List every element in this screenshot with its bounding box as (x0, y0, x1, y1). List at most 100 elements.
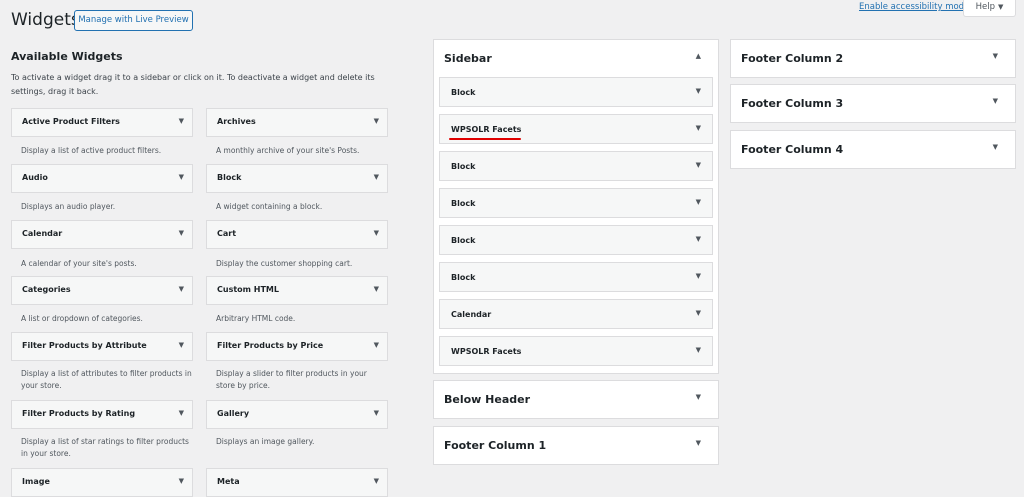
widget-area-footer-column-3[interactable]: Footer Column 3 ▼ (730, 84, 1016, 123)
expand-arrow-icon[interactable]: ▼ (993, 143, 998, 151)
sidebar-widget-block[interactable]: Block ▼ (439, 77, 713, 107)
widget-description: Arbitrary HTML code. (216, 314, 296, 323)
toggle-arrow-icon[interactable]: ▼ (374, 341, 379, 349)
toggle-arrow-icon[interactable]: ▼ (374, 477, 379, 485)
widget-title: Cart (217, 229, 237, 238)
sidebar-widget-block[interactable]: Block ▼ (439, 262, 713, 292)
widget-description: A widget containing a block. (216, 202, 323, 211)
widget-cart[interactable]: Cart ▼ (206, 220, 388, 249)
widget-description: Display a list of active product filters… (21, 146, 162, 155)
sidebar-widget-block[interactable]: Block ▼ (439, 151, 713, 181)
expand-arrow-icon[interactable]: ▼ (993, 97, 998, 105)
toggle-arrow-icon[interactable]: ▼ (696, 87, 701, 95)
widget-title: Block (451, 273, 476, 282)
toggle-arrow-icon[interactable]: ▼ (179, 285, 184, 293)
widget-categories[interactable]: Categories ▼ (11, 276, 193, 305)
widget-filter-by-attribute[interactable]: Filter Products by Attribute ▼ (11, 332, 193, 361)
area-title: Footer Column 4 (741, 143, 844, 156)
area-title: Sidebar (444, 52, 492, 65)
widget-title: WPSOLR Facets (451, 125, 522, 134)
sidebar-widget-block[interactable]: Block ▼ (439, 225, 713, 255)
toggle-arrow-icon[interactable]: ▼ (374, 173, 379, 181)
toggle-arrow-icon[interactable]: ▼ (179, 341, 184, 349)
toggle-arrow-icon[interactable]: ▼ (374, 409, 379, 417)
widget-description: Display a slider to filter products in y… (216, 369, 367, 390)
widget-description: A calendar of your site's posts. (21, 259, 137, 268)
toggle-arrow-icon[interactable]: ▼ (374, 285, 379, 293)
toggle-arrow-icon[interactable]: ▼ (374, 117, 379, 125)
sidebar-widget-block[interactable]: Block ▼ (439, 188, 713, 218)
available-widgets-description: To activate a widget drag it to a sideba… (11, 73, 375, 96)
widget-title: Block (451, 88, 476, 97)
sidebar-widget-wpsolr-facets[interactable]: WPSOLR Facets ▼ (439, 336, 713, 366)
widget-description: A list or dropdown of categories. (21, 314, 143, 323)
expand-arrow-icon[interactable]: ▼ (696, 393, 701, 401)
expand-arrow-icon[interactable]: ▼ (993, 52, 998, 60)
widget-active-product-filters[interactable]: Active Product Filters ▼ (11, 108, 193, 137)
widget-title: Custom HTML (217, 285, 279, 294)
caret-down-icon: ▼ (998, 3, 1004, 11)
widget-filter-by-rating[interactable]: Filter Products by Rating ▼ (11, 400, 193, 429)
widget-gallery[interactable]: Gallery ▼ (206, 400, 388, 429)
widget-custom-html[interactable]: Custom HTML ▼ (206, 276, 388, 305)
toggle-arrow-icon[interactable]: ▼ (374, 229, 379, 237)
widget-title: Image (22, 477, 50, 486)
widget-title: Gallery (217, 409, 250, 418)
widget-description: A monthly archive of your site's Posts. (216, 146, 360, 155)
widget-description: Display the customer shopping cart. (216, 259, 353, 268)
toggle-arrow-icon[interactable]: ▼ (179, 117, 184, 125)
widget-description: Displays an image gallery. (216, 437, 315, 446)
widget-archives[interactable]: Archives ▼ (206, 108, 388, 137)
widget-meta[interactable]: Meta ▼ (206, 468, 388, 497)
sidebar-widget-calendar[interactable]: Calendar ▼ (439, 299, 713, 329)
widget-calendar[interactable]: Calendar ▼ (11, 220, 193, 249)
manage-live-preview-button[interactable]: Manage with Live Preview (74, 10, 193, 31)
widget-title: Block (451, 236, 476, 245)
widget-area-footer-column-1[interactable]: Footer Column 1 ▼ (433, 426, 719, 465)
widget-area-footer-column-2[interactable]: Footer Column 2 ▼ (730, 39, 1016, 78)
area-title: Footer Column 2 (741, 52, 844, 65)
available-widgets-title: Available Widgets (11, 50, 123, 63)
widget-title: Filter Products by Rating (22, 409, 136, 418)
toggle-arrow-icon[interactable]: ▼ (179, 173, 184, 181)
widget-area-below-header[interactable]: Below Header ▼ (433, 380, 719, 419)
enable-accessibility-link[interactable]: Enable accessibility mode (859, 2, 969, 12)
area-title: Footer Column 3 (741, 97, 844, 110)
toggle-arrow-icon[interactable]: ▼ (179, 229, 184, 237)
widget-title: Archives (217, 117, 256, 126)
widget-title: Calendar (451, 310, 492, 319)
toggle-arrow-icon[interactable]: ▼ (696, 235, 701, 243)
toggle-arrow-icon[interactable]: ▼ (696, 309, 701, 317)
widget-title: WPSOLR Facets (451, 347, 522, 356)
widget-title: Block (451, 162, 476, 171)
widget-description: Display a list of attributes to filter p… (21, 369, 192, 390)
widget-audio[interactable]: Audio ▼ (11, 164, 193, 193)
toggle-arrow-icon[interactable]: ▼ (696, 272, 701, 280)
widget-description: Displays an audio player. (21, 202, 116, 211)
area-title: Below Header (444, 393, 531, 406)
toggle-arrow-icon[interactable]: ▼ (696, 161, 701, 169)
help-button[interactable]: Help ▼ (963, 0, 1016, 17)
widget-area-footer-column-4[interactable]: Footer Column 4 ▼ (730, 130, 1016, 169)
widget-title: Meta (217, 477, 240, 486)
toggle-arrow-icon[interactable]: ▼ (179, 409, 184, 417)
widget-title: Categories (22, 285, 71, 294)
widget-title: Calendar (22, 229, 63, 238)
toggle-arrow-icon[interactable]: ▼ (179, 477, 184, 485)
widget-block[interactable]: Block ▼ (206, 164, 388, 193)
area-title: Footer Column 1 (444, 439, 547, 452)
widget-image[interactable]: Image ▼ (11, 468, 193, 497)
widget-title: Filter Products by Price (217, 341, 324, 350)
red-underline-annotation (449, 138, 521, 140)
help-label: Help (975, 2, 995, 12)
widget-title: Block (451, 199, 476, 208)
toggle-arrow-icon[interactable]: ▼ (696, 124, 701, 132)
expand-arrow-icon[interactable]: ▼ (696, 439, 701, 447)
widget-filter-by-price[interactable]: Filter Products by Price ▼ (206, 332, 388, 361)
widget-title: Audio (22, 173, 48, 182)
widget-description: Display a list of star ratings to filter… (21, 437, 189, 458)
collapse-arrow-icon[interactable]: ▲ (696, 52, 701, 60)
toggle-arrow-icon[interactable]: ▼ (696, 346, 701, 354)
toggle-arrow-icon[interactable]: ▼ (696, 198, 701, 206)
widget-title: Active Product Filters (22, 117, 120, 126)
